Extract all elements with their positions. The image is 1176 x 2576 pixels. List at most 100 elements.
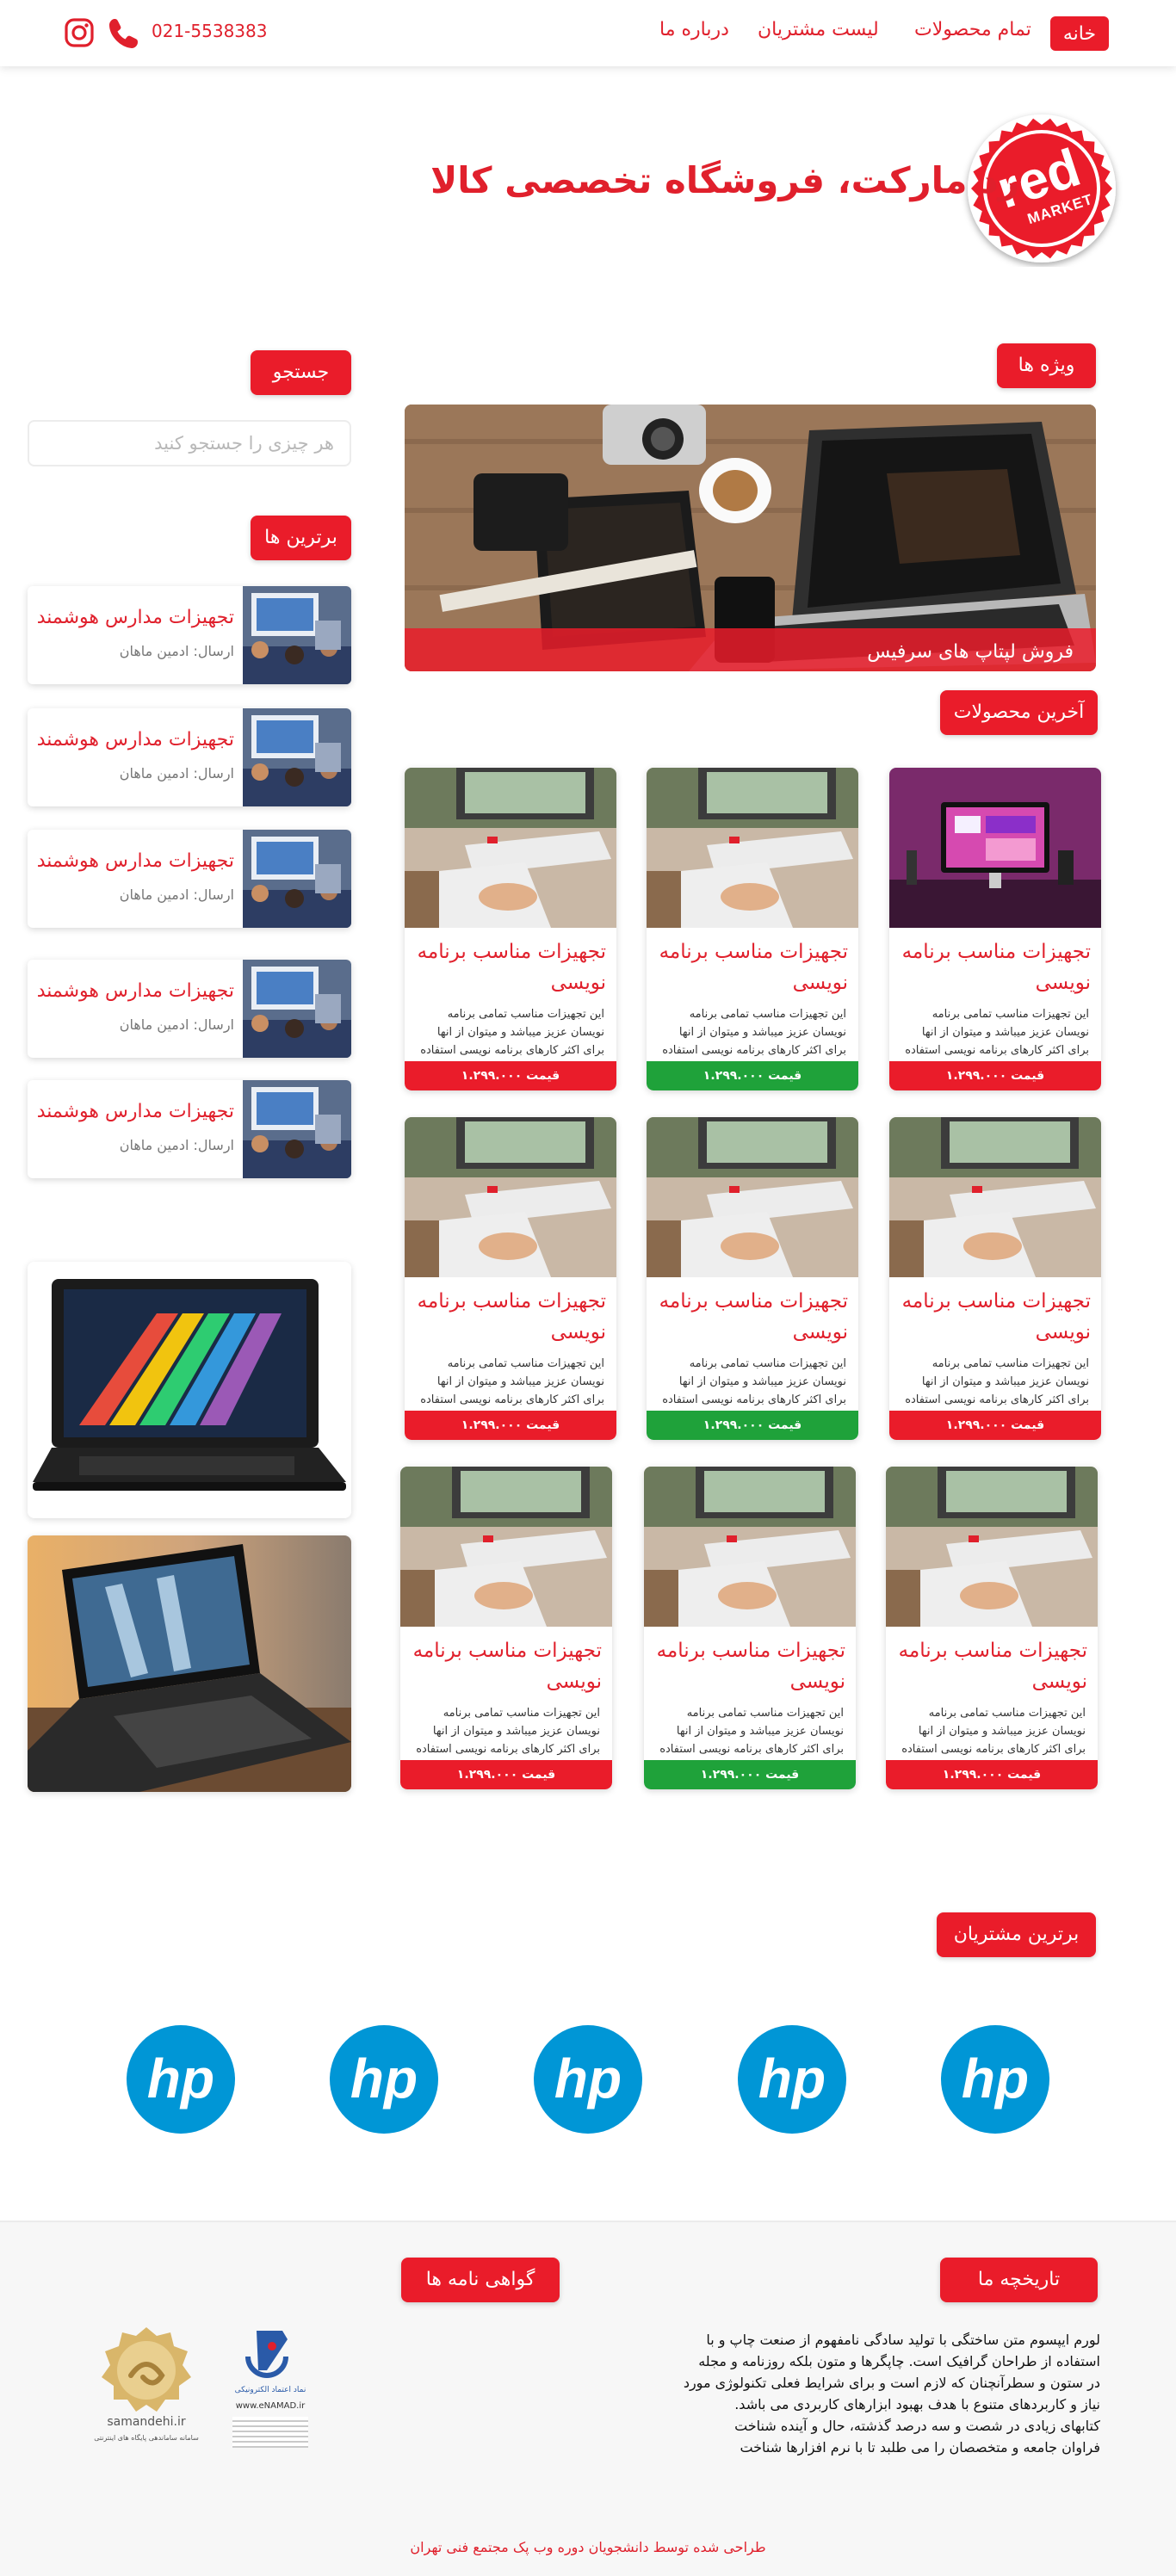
phone-icon[interactable] [107,15,141,50]
product-title[interactable]: تجهیزات مناسب برنامه نویسی [653,936,848,998]
product-price[interactable]: قیمت ۱.۲۹۹.۰۰۰ [886,1760,1098,1789]
hp-logo[interactable]: hp [330,2025,438,2134]
product-card[interactable]: تجهیزات مناسب برنامه نویسی این تجهیزات م… [647,1117,858,1440]
svg-text:hp: hp [758,2048,826,2110]
product-card[interactable]: تجهیزات مناسب برنامه نویسی این تجهیزات م… [889,1117,1101,1440]
product-card[interactable]: تجهیزات مناسب برنامه نویسی این تجهیزات م… [889,768,1101,1090]
hp-logo[interactable]: hp [534,2025,642,2134]
enamad-title: نماد اعتماد الکترونیکی [234,2386,306,2394]
top-item-title[interactable]: تجهیزات مدارس هوشمند [37,850,234,872]
history-line: نیاز و کاربردهای متنوع با هدف بهبود ابزا… [734,2396,1100,2412]
product-title[interactable]: تجهیزات مناسب برنامه نویسی [412,1286,606,1348]
instagram-icon[interactable] [64,17,95,48]
svg-text:hp: hp [554,2048,622,2110]
phone-number[interactable]: 021-5538383 [152,21,267,41]
top-item-author: ارسال: ادمین ماهان [119,643,234,659]
top-navbar: خانه تمام محصولات لیست مشتریان درباره ما… [0,0,1176,66]
top-item[interactable]: تجهیزات مدارس هوشمند ارسال: ادمین ماهان [28,708,351,806]
history-line: در ستون و سطرآنچنان که لازم است و برای ش… [683,2375,1100,2391]
search-input[interactable] [28,420,351,466]
featured-banner[interactable]: فروش لپتاپ های سرفیس [405,405,1096,671]
product-card[interactable]: تجهیزات مناسب برنامه نویسی این تجهیزات م… [644,1467,856,1789]
history-line: فراوان جامعه و متخصصان را می طلبد تا با … [740,2439,1100,2456]
certificates-heading: گواهی نامه ها [401,2258,560,2302]
product-price[interactable]: قیمت ۱.۲۹۹.۰۰۰ [889,1411,1101,1440]
product-price[interactable]: قیمت ۱.۲۹۹.۰۰۰ [889,1061,1101,1090]
nav-home[interactable]: خانه [1050,16,1109,51]
classroom-thumbnail [243,960,351,1058]
nav-customer-list[interactable]: لیست مشتریان [758,19,879,40]
product-title[interactable]: تجهیزات مناسب برنامه نویسی [651,1635,845,1697]
product-price[interactable]: قیمت ۱.۲۹۹.۰۰۰ [400,1760,612,1789]
top-items-heading: برترین ها [251,516,351,560]
product-price[interactable]: قیمت ۱.۲۹۹.۰۰۰ [644,1760,856,1789]
hp-logo[interactable]: hp [941,2025,1049,2134]
top-item-title[interactable]: تجهیزات مدارس هوشمند [37,607,234,628]
history-line: لورم ایپسوم متن ساختگی با تولید سادگی نا… [706,2332,1100,2348]
history-line: استفاده از طراحان گرافیک است. چاپگرها و … [698,2353,1100,2369]
classroom-thumbnail [243,830,351,928]
product-card[interactable]: تجهیزات مناسب برنامه نویسی این تجهیزات م… [400,1467,612,1789]
product-price[interactable]: قیمت ۱.۲۹۹.۰۰۰ [647,1061,858,1090]
product-card[interactable]: تجهیزات مناسب برنامه نویسی این تجهیزات م… [405,1117,616,1440]
top-item-title[interactable]: تجهیزات مدارس هوشمند [37,729,234,751]
enamad-badge[interactable]: نماد اعتماد الکترونیکی www.eNAMAD.ir [222,2322,319,2451]
top-item-author: ارسال: ادمین ماهان [119,765,234,781]
product-image-desk [644,1467,856,1627]
top-item[interactable]: تجهیزات مدارس هوشمند ارسال: ادمین ماهان [28,830,351,928]
classroom-thumbnail [243,1080,351,1178]
dell-laptop-ad[interactable] [28,1262,351,1518]
product-title[interactable]: تجهیزات مناسب برنامه نویسی [893,1635,1087,1697]
enamad-lines [232,2417,308,2448]
top-item-author: ارسال: ادمین ماهان [119,1137,234,1153]
product-price[interactable]: قیمت ۱.۲۹۹.۰۰۰ [405,1061,616,1090]
top-item-author: ارسال: ادمین ماهان [119,1016,234,1033]
search-heading: جستجو [251,350,351,395]
top-item-author: ارسال: ادمین ماهان [119,886,234,903]
classroom-thumbnail [243,586,351,684]
product-image-desk [889,1117,1101,1277]
product-price[interactable]: قیمت ۱.۲۹۹.۰۰۰ [405,1411,616,1440]
product-image-desk [405,1117,616,1277]
product-price[interactable]: قیمت ۱.۲۹۹.۰۰۰ [647,1411,858,1440]
samandehi-caption: سامانه ساماندهی پایگاه های اینترنتی [94,2434,199,2442]
classroom-thumbnail [243,708,351,806]
product-card[interactable]: تجهیزات مناسب برنامه نویسی این تجهیزات م… [647,768,858,1090]
product-title[interactable]: تجهیزات مناسب برنامه نویسی [896,1286,1091,1348]
product-image-desk [886,1467,1098,1627]
product-image-desk [405,768,616,928]
product-title[interactable]: تجهیزات مناسب برنامه نویسی [412,936,606,998]
featured-heading: ویژه ها [997,343,1096,388]
laptop-building-ad[interactable] [28,1535,351,1792]
top-item-title[interactable]: تجهیزات مدارس هوشمند [37,1101,234,1122]
product-title[interactable]: تجهیزات مناسب برنامه نویسی [407,1635,602,1697]
product-card[interactable]: تجهیزات مناسب برنامه نویسی این تجهیزات م… [405,768,616,1090]
product-title[interactable]: تجهیزات مناسب برنامه نویسی [653,1286,848,1348]
top-item[interactable]: تجهیزات مدارس هوشمند ارسال: ادمین ماهان [28,1080,351,1178]
hp-logo[interactable]: hp [127,2025,235,2134]
samandehi-url: samandehi.ir [107,2415,186,2429]
svg-text:hp: hp [147,2048,214,2110]
banner-caption: فروش لپتاپ های سرفیس [867,641,1074,663]
product-image-desk [647,768,858,928]
product-title[interactable]: تجهیزات مناسب برنامه نویسی [896,936,1091,998]
product-image-desk [647,1117,858,1277]
history-text: لورم ایپسوم متن ساختگی با تولید سادگی نا… [663,2329,1100,2458]
history-line: کتابهای زیادی در شصت و سه درصد گذشته، حا… [734,2418,1100,2434]
latest-products-heading: آخرین محصولات [940,690,1098,735]
history-heading: تاریخچه ما [940,2258,1098,2302]
product-image-imac [889,768,1101,928]
top-item[interactable]: تجهیزات مدارس هوشمند ارسال: ادمین ماهان [28,960,351,1058]
site-headline: رد مارکت، فروشگاه تخصصی کالا [430,159,1019,201]
product-card[interactable]: تجهیزات مناسب برنامه نویسی این تجهیزات م… [886,1467,1098,1789]
top-item-title[interactable]: تجهیزات مدارس هوشمند [37,980,234,1002]
top-customers-heading: برترین مشتریان [937,1912,1096,1957]
nav-about-us[interactable]: درباره ما [659,19,729,40]
top-item[interactable]: تجهیزات مدارس هوشمند ارسال: ادمین ماهان [28,586,351,684]
product-image-desk [400,1467,612,1627]
samandehi-badge[interactable]: samandehi.ir سامانه ساماندهی پایگاه های … [93,2324,200,2453]
nav-all-products[interactable]: تمام محصولات [914,19,1031,40]
enamad-url: www.eNAMAD.ir [235,2401,306,2411]
hp-logo[interactable]: hp [738,2025,846,2134]
footer-credit: طراحی شده توسط دانشجویان دوره وب پک مجتم… [410,2539,766,2555]
